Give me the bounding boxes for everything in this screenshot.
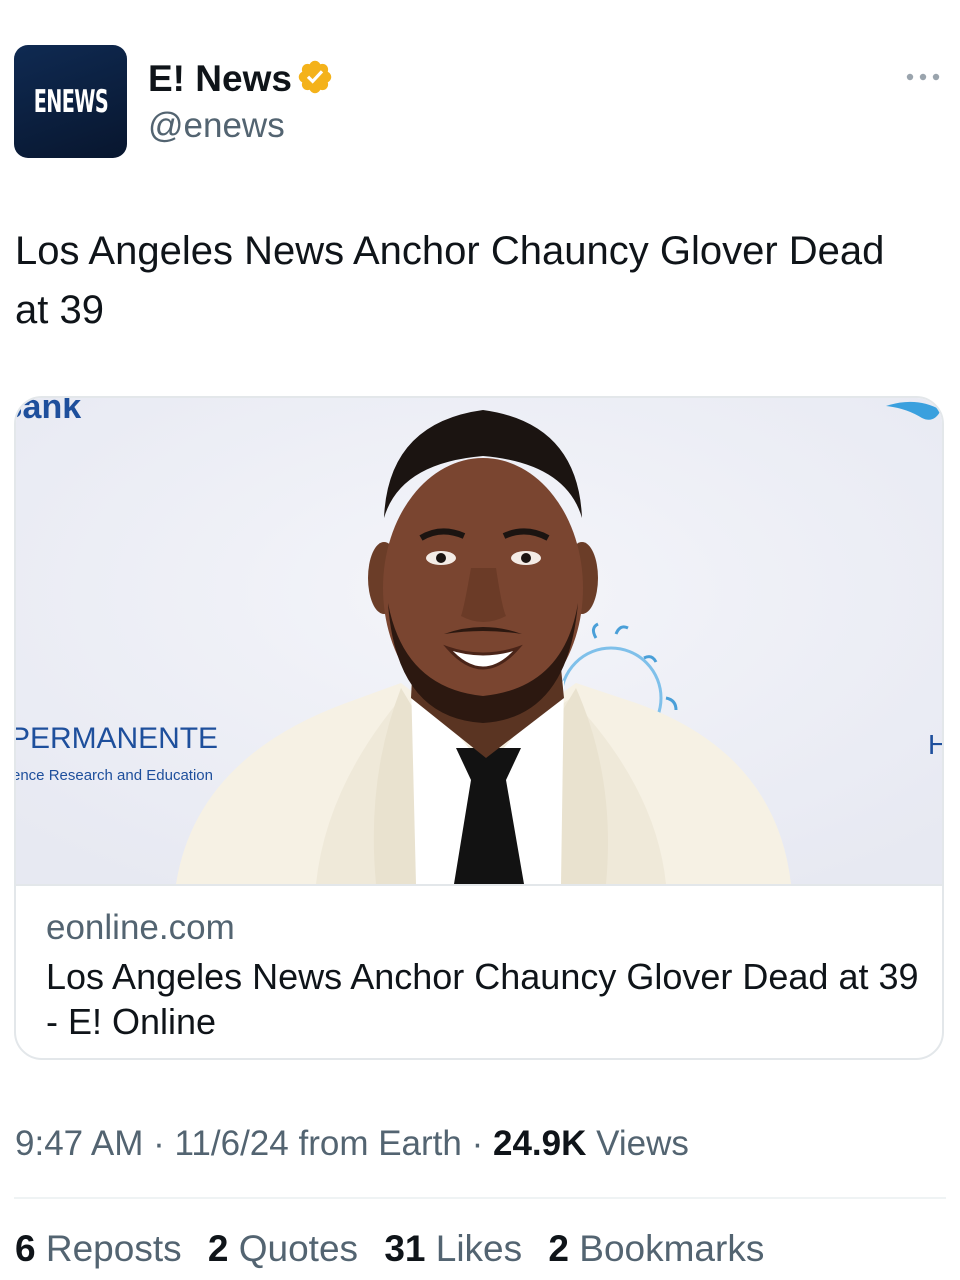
card-image[interactable]: Bank PERMANENTE ence Research and Educat… — [16, 398, 944, 884]
author-display-name[interactable]: E! News — [148, 58, 292, 100]
backdrop-sponsor-text: PERMANENTE — [16, 722, 218, 755]
reposts-count: 6 — [15, 1228, 36, 1269]
backdrop-sponsor-subtext: ence Research and Education — [16, 767, 213, 784]
more-options-icon[interactable] — [904, 66, 942, 88]
quotes-count: 2 — [207, 1228, 229, 1269]
verified-badge-icon — [298, 60, 332, 94]
views-label: Views — [596, 1124, 689, 1163]
bookmarks-count: 2 — [548, 1228, 569, 1269]
tweet-text: Los Angeles News Anchor Chauncy Glover D… — [15, 229, 885, 332]
bookmarks-stat[interactable]: 2 Bookmarks — [548, 1228, 764, 1269]
likes-label: Likes — [435, 1228, 523, 1269]
card-photo: Bank PERMANENTE ence Research and Educat… — [16, 398, 944, 884]
bookmarks-label: Bookmarks — [579, 1228, 765, 1269]
tweet-source: from Earth — [298, 1124, 462, 1163]
card-domain[interactable]: eonline.com — [46, 908, 235, 948]
tweet-date[interactable]: 11/6/24 — [175, 1124, 289, 1163]
engagement-stats: 6 Reposts 2 Quotes 31 Likes 2 Bookmarks — [15, 1228, 780, 1270]
card-title[interactable]: Los Angeles News Anchor Chauncy Glover D… — [46, 954, 926, 1044]
reposts-stat[interactable]: 6 Reposts — [15, 1228, 182, 1269]
meta-separator: · — [153, 1124, 175, 1163]
author-avatar[interactable]: ENEWS — [14, 45, 127, 158]
backdrop-bank-text: Bank — [16, 398, 81, 426]
enews-logo: ENEWS — [33, 83, 108, 120]
divider — [14, 1197, 946, 1199]
views-count: 24.9K — [492, 1124, 587, 1163]
tweet-meta: 9:47 AM · 11/6/24 from Earth · 24.9K Vie… — [15, 1124, 689, 1164]
quotes-stat[interactable]: 2 Quotes — [208, 1228, 358, 1269]
backdrop-right-text: H — [928, 729, 944, 760]
tweet-time[interactable]: 9:47 AM — [15, 1124, 143, 1163]
quotes-label: Quotes — [238, 1228, 359, 1269]
card-divider — [16, 884, 942, 886]
reposts-label: Reposts — [45, 1228, 182, 1269]
author-handle[interactable]: @enews — [148, 106, 285, 146]
likes-stat[interactable]: 31 Likes — [384, 1228, 522, 1269]
link-preview-card[interactable]: Bank PERMANENTE ence Research and Educat… — [14, 396, 944, 1060]
likes-count: 31 — [384, 1228, 426, 1269]
meta-separator: · — [471, 1124, 493, 1163]
